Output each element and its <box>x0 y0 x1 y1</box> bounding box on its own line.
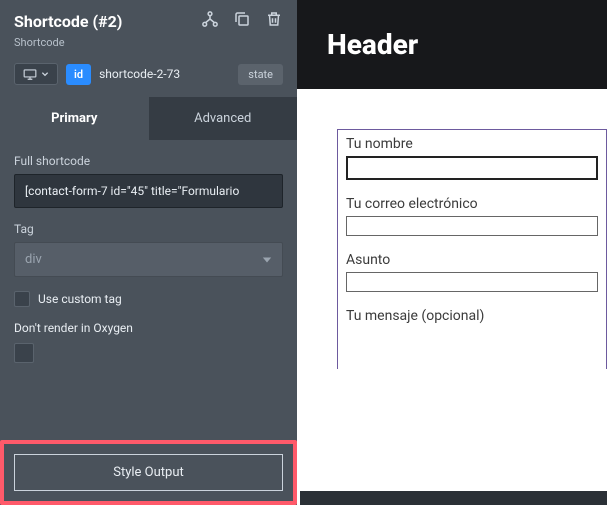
id-badge[interactable]: id <box>66 64 91 85</box>
breakpoint-selector[interactable] <box>14 63 58 85</box>
structure-icon[interactable] <box>201 10 219 32</box>
element-title: Shortcode (#2) <box>14 12 122 31</box>
form-email-label: Tu correo electrónico <box>346 196 598 212</box>
properties-sidebar: Shortcode (#2) Shortcode <box>0 0 297 505</box>
full-shortcode-label: Full shortcode <box>14 154 283 168</box>
use-custom-tag-checkbox[interactable] <box>14 291 30 307</box>
state-button[interactable]: state <box>238 64 283 85</box>
delete-icon[interactable] <box>265 10 283 32</box>
page-canvas: Header Tu nombre Tu correo electrónico A… <box>297 0 607 505</box>
identity-row: id shortcode-2-73 state <box>0 55 297 97</box>
element-type-label: Shortcode <box>14 36 283 49</box>
form-email-input[interactable] <box>346 216 598 236</box>
style-output-region: Style Output <box>0 440 297 505</box>
dont-render-checkbox[interactable] <box>14 343 34 363</box>
use-custom-tag-row[interactable]: Use custom tag <box>14 291 283 307</box>
tab-advanced[interactable]: Advanced <box>149 97 298 140</box>
page-header: Header <box>297 0 607 89</box>
bottom-bar <box>300 491 607 505</box>
tag-field: Tag div <box>14 222 283 277</box>
header-actions <box>201 10 283 32</box>
use-custom-tag-label: Use custom tag <box>38 292 122 306</box>
full-shortcode-field: Full shortcode <box>14 154 283 208</box>
form-subject-input[interactable] <box>346 272 598 292</box>
sidebar-header: Shortcode (#2) Shortcode <box>0 0 297 55</box>
form-message-label: Tu mensaje (opcional) <box>346 308 598 324</box>
chevron-down-icon <box>262 255 272 265</box>
tag-select[interactable]: div <box>14 242 283 277</box>
app-root: Shortcode (#2) Shortcode <box>0 0 607 505</box>
page-title: Header <box>327 28 418 61</box>
tag-label: Tag <box>14 222 283 236</box>
tag-select-value: div <box>25 252 42 267</box>
contact-form-element[interactable]: Tu nombre Tu correo electrónico Asunto T… <box>337 129 607 369</box>
form-name-input[interactable] <box>346 156 598 180</box>
style-output-button[interactable]: Style Output <box>14 454 283 491</box>
dont-render-label: Don't render in Oxygen <box>14 321 283 335</box>
full-shortcode-input[interactable] <box>14 174 283 208</box>
settings-tabs: Primary Advanced <box>0 97 297 140</box>
dont-render-field: Don't render in Oxygen <box>14 321 283 363</box>
page-body: Tu nombre Tu correo electrónico Asunto T… <box>297 89 607 505</box>
duplicate-icon[interactable] <box>233 10 251 32</box>
form-name-label: Tu nombre <box>346 136 598 152</box>
element-id: shortcode-2-73 <box>99 67 230 81</box>
tab-primary[interactable]: Primary <box>0 97 149 140</box>
form-subject-label: Asunto <box>346 252 598 268</box>
